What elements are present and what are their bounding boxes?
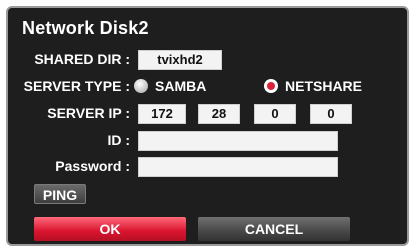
id-label: ID : — [107, 132, 130, 148]
server-ip-label: SERVER IP : — [47, 105, 130, 121]
server-ip-octet-4[interactable]: 0 — [310, 104, 352, 124]
dialog-title: Network Disk2 — [22, 18, 149, 38]
samba-radio-button[interactable] — [134, 79, 148, 93]
netshare-radio-button[interactable] — [264, 79, 278, 93]
server-ip-octet-2[interactable]: 28 — [198, 104, 240, 124]
id-field[interactable] — [138, 131, 338, 151]
shared-dir-field[interactable]: tvixhd2 — [138, 50, 222, 70]
samba-radio-label[interactable]: SAMBA — [155, 78, 206, 94]
network-disk-dialog: Network Disk2 SHARED DIR : tvixhd2 SERVE… — [6, 6, 409, 246]
server-ip-octet-1[interactable]: 172 — [138, 104, 186, 124]
password-field[interactable] — [138, 157, 338, 177]
password-label: Password : — [55, 158, 130, 174]
netshare-radio-label[interactable]: NETSHARE — [285, 78, 362, 94]
ping-button[interactable]: PING — [34, 184, 86, 204]
shared-dir-label: SHARED DIR : — [34, 51, 130, 67]
server-type-label: SERVER TYPE : — [23, 78, 130, 94]
cancel-button[interactable]: CANCEL — [198, 217, 350, 241]
server-ip-octet-3[interactable]: 0 — [254, 104, 296, 124]
ok-button[interactable]: OK — [34, 217, 186, 241]
